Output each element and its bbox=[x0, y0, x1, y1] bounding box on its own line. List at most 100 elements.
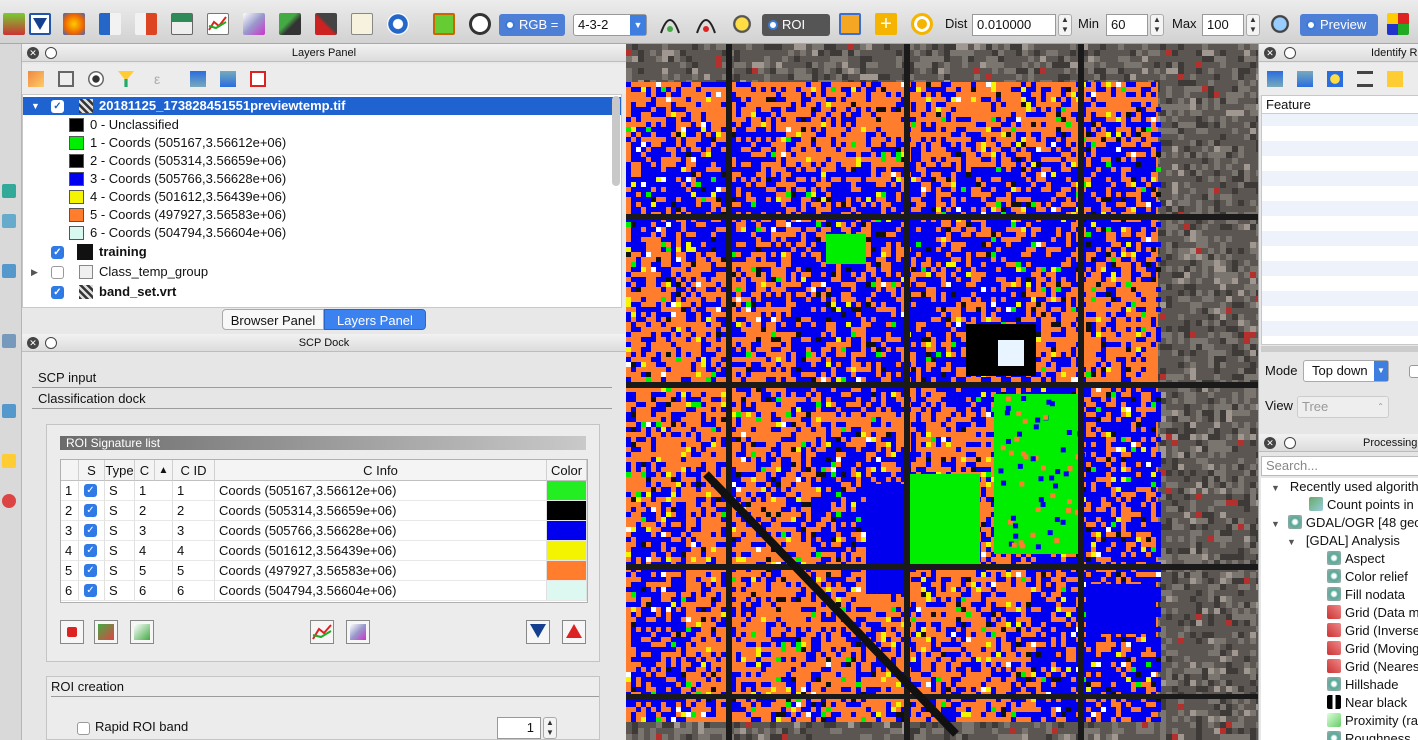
layer-item-band-set[interactable]: ✓ band_set.vrt bbox=[23, 283, 621, 301]
style-icon[interactable] bbox=[28, 71, 44, 87]
dist-stepper[interactable]: ▲ ▼ bbox=[1058, 14, 1072, 36]
expand-arrow-icon[interactable]: ▼ bbox=[1287, 537, 1296, 547]
algorithm-item[interactable]: Hillshade bbox=[1327, 676, 1398, 694]
calculator-icon[interactable] bbox=[168, 10, 196, 38]
close-icon[interactable]: ✕ bbox=[1264, 437, 1276, 449]
algorithm-item[interactable]: Near black bbox=[1327, 694, 1407, 712]
row-checkbox[interactable]: ✓ bbox=[79, 521, 105, 541]
column-header-color[interactable]: Color bbox=[547, 460, 587, 481]
spectral-curve-red-icon[interactable] bbox=[692, 10, 720, 38]
add-db-icon[interactable] bbox=[2, 334, 16, 348]
tree-group[interactable]: ▼ [GDAL] Analysis bbox=[1287, 532, 1400, 551]
min-stepper[interactable]: ▲ ▼ bbox=[1150, 14, 1164, 36]
layer-tree-scrollbar[interactable] bbox=[612, 96, 620, 186]
column-header-cinfo[interactable]: C Info bbox=[215, 460, 547, 481]
calculate-signature-icon[interactable] bbox=[130, 620, 154, 644]
table-row[interactable]: 6 ✓ S 6 6 Coords (504794,3.56604e+06) bbox=[61, 581, 587, 601]
dist-input[interactable]: 0.010000 bbox=[972, 14, 1056, 36]
identify-results-tree[interactable]: Feature bbox=[1261, 95, 1418, 345]
column-header-type[interactable]: Type bbox=[105, 460, 135, 481]
max-stepper[interactable]: ▲ ▼ bbox=[1246, 14, 1260, 36]
auto-open-checkbox[interactable] bbox=[1409, 365, 1418, 378]
map-canvas[interactable] bbox=[626, 44, 1258, 740]
column-header-c[interactable]: C bbox=[135, 460, 155, 481]
processing-search-input[interactable]: Search... bbox=[1261, 456, 1418, 476]
rapid-roi-band-checkbox[interactable] bbox=[77, 722, 90, 735]
scatter-plot-icon[interactable] bbox=[240, 10, 268, 38]
row-color-swatch[interactable] bbox=[547, 581, 587, 601]
row-cinfo[interactable]: Coords (497927,3.56583e+06) bbox=[215, 561, 547, 581]
brush-icon[interactable] bbox=[276, 10, 304, 38]
add-icon[interactable]: + bbox=[872, 10, 900, 38]
row-checkbox[interactable]: ✓ bbox=[79, 561, 105, 581]
spectral-curve-icon[interactable] bbox=[656, 10, 684, 38]
rapid-roi-band-input[interactable]: 1 bbox=[497, 717, 541, 739]
expand-all-icon[interactable] bbox=[190, 71, 206, 87]
tab-browser-panel[interactable]: Browser Panel bbox=[222, 309, 324, 330]
section-classification-dock[interactable]: Classification dock bbox=[32, 389, 612, 409]
expand-new-icon[interactable] bbox=[1327, 71, 1343, 87]
row-cinfo[interactable]: Coords (505766,3.56628e+06) bbox=[215, 521, 547, 541]
add-vector-icon[interactable] bbox=[2, 264, 16, 278]
max-input[interactable]: 100 bbox=[1202, 14, 1244, 36]
gps-icon[interactable] bbox=[2, 494, 16, 508]
import-icon[interactable] bbox=[96, 10, 124, 38]
spectral-plot-icon[interactable] bbox=[310, 620, 334, 644]
row-cinfo[interactable]: Coords (505167,3.56612e+06) bbox=[215, 481, 547, 501]
column-header-cid[interactable]: C ID bbox=[173, 460, 215, 481]
algorithm-item[interactable]: Proximity (ra bbox=[1327, 712, 1418, 730]
layer-checkbox[interactable]: ✓ bbox=[51, 100, 64, 113]
close-icon[interactable]: ✕ bbox=[27, 337, 39, 349]
section-scp-input[interactable]: SCP input bbox=[32, 368, 612, 388]
zoom-roi-icon[interactable] bbox=[466, 10, 494, 38]
roi-polygon-icon[interactable] bbox=[836, 10, 864, 38]
float-icon[interactable] bbox=[45, 47, 57, 59]
layer-checkbox[interactable]: ✓ bbox=[51, 246, 64, 259]
row-cinfo[interactable]: Coords (504794,3.56604e+06) bbox=[215, 581, 547, 601]
algorithm-item[interactable]: Grid (Inverse bbox=[1327, 622, 1418, 640]
table-row[interactable]: 1 ✓ S 1 1 Coords (505167,3.56612e+06) bbox=[61, 481, 587, 501]
collapse-all-icon[interactable] bbox=[220, 71, 236, 87]
expand-all-icon[interactable] bbox=[1267, 71, 1283, 87]
expand-arrow-icon[interactable]: ▼ bbox=[31, 97, 40, 115]
plugin-icon[interactable] bbox=[1384, 10, 1412, 38]
table-row[interactable]: 4 ✓ S 4 4 Coords (501612,3.56439e+06) bbox=[61, 541, 587, 561]
row-color-swatch[interactable] bbox=[547, 501, 587, 521]
book-icon[interactable] bbox=[348, 10, 376, 38]
expand-arrow-icon[interactable]: ▼ bbox=[1271, 519, 1280, 529]
filter-icon[interactable] bbox=[118, 71, 134, 87]
export-icon[interactable] bbox=[132, 10, 160, 38]
add-layer-icon[interactable] bbox=[2, 184, 16, 198]
tree-group[interactable]: ▼ Recently used algorithm bbox=[1271, 478, 1418, 497]
layer-item-root[interactable]: ▼ ✓ 20181125_173828451551previewtemp.tif bbox=[23, 97, 621, 115]
collapse-arrow-icon[interactable]: ▶ bbox=[31, 263, 38, 281]
row-checkbox[interactable]: ✓ bbox=[79, 541, 105, 561]
table-row[interactable]: 3 ✓ S 3 3 Coords (505766,3.56628e+06) bbox=[61, 521, 587, 541]
expression-filter-icon[interactable]: ε bbox=[154, 71, 170, 87]
scatter-plot-icon[interactable] bbox=[346, 620, 370, 644]
row-cinfo[interactable]: Coords (501612,3.56439e+06) bbox=[215, 541, 547, 561]
tree-group[interactable]: ▼ GDAL/OGR [48 geo bbox=[1271, 514, 1418, 533]
rgb-toggle[interactable]: RGB = bbox=[499, 14, 565, 36]
identify-hscroll[interactable] bbox=[1261, 346, 1418, 352]
sort-ascending-icon[interactable]: ▲ bbox=[155, 460, 173, 481]
row-checkbox[interactable]: ✓ bbox=[79, 581, 105, 601]
zoom-plus-icon[interactable] bbox=[728, 10, 756, 38]
algorithm-item[interactable]: Color relief bbox=[1327, 568, 1408, 586]
row-color-swatch[interactable] bbox=[547, 561, 587, 581]
band-combination-select[interactable]: 4-3-2 ▼ bbox=[573, 14, 647, 36]
tab-layers-panel[interactable]: Layers Panel bbox=[324, 309, 426, 330]
column-header-s[interactable]: S bbox=[79, 460, 105, 481]
min-input[interactable]: 60 bbox=[1106, 14, 1148, 36]
band-set-icon[interactable] bbox=[60, 10, 88, 38]
float-icon[interactable] bbox=[45, 337, 57, 349]
row-color-swatch[interactable] bbox=[547, 481, 587, 501]
view-select[interactable]: Tree ⌃ bbox=[1297, 396, 1389, 418]
mode-select[interactable]: Top down ▼ bbox=[1303, 360, 1389, 382]
float-icon[interactable] bbox=[1284, 437, 1296, 449]
close-icon[interactable]: ✕ bbox=[27, 47, 39, 59]
zoom-preview-icon[interactable] bbox=[1266, 10, 1294, 38]
roi-map-icon[interactable] bbox=[430, 10, 458, 38]
clear-results-icon[interactable] bbox=[1357, 71, 1373, 87]
row-color-swatch[interactable] bbox=[547, 541, 587, 561]
